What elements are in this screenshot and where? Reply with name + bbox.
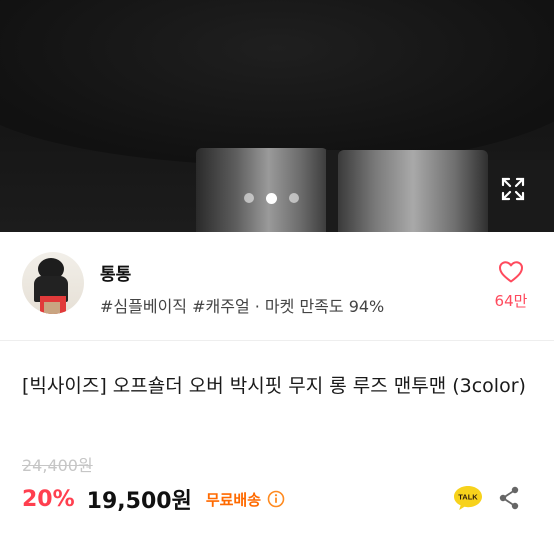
heart-icon <box>499 261 523 283</box>
like-count: 64만 <box>494 292 528 310</box>
avatar-legs <box>44 302 60 314</box>
discount-rate: 20% <box>22 486 75 512</box>
price-row: 20% 19,500원 무료배송 <box>22 484 285 514</box>
slide-dot-active[interactable] <box>266 192 277 204</box>
seller-name[interactable]: 통통 <box>100 260 131 285</box>
sweater-photo-region <box>0 0 554 166</box>
original-price: 24,400원 <box>22 456 93 475</box>
slide-dot[interactable] <box>244 193 254 203</box>
slide-indicator <box>244 191 299 205</box>
expand-icon[interactable] <box>500 176 526 202</box>
sale-price: 19,500원 <box>86 489 192 514</box>
talk-icon[interactable]: TALK <box>452 484 484 512</box>
talk-label: TALK <box>458 493 478 502</box>
share-icon[interactable] <box>498 486 520 510</box>
info-icon[interactable] <box>267 490 285 508</box>
like-button[interactable]: 64만 <box>486 260 536 311</box>
seller-tags: #심플베이직 #캐주얼 · 마켓 만족도 94% <box>100 297 385 316</box>
free-shipping-badge: 무료배송 <box>205 490 262 509</box>
jeans-left-leg <box>196 148 328 232</box>
seller-section: 통통 #심플베이직 #캐주얼 · 마켓 만족도 94% 64만 <box>0 232 554 341</box>
seller-avatar[interactable] <box>22 252 84 314</box>
slide-dot[interactable] <box>289 193 299 203</box>
jeans-right-leg <box>338 150 488 232</box>
product-title: [빅사이즈] 오프숄더 오버 박시핏 무지 롱 루즈 맨투맨 (3color) <box>22 375 526 397</box>
product-image[interactable] <box>0 0 554 232</box>
